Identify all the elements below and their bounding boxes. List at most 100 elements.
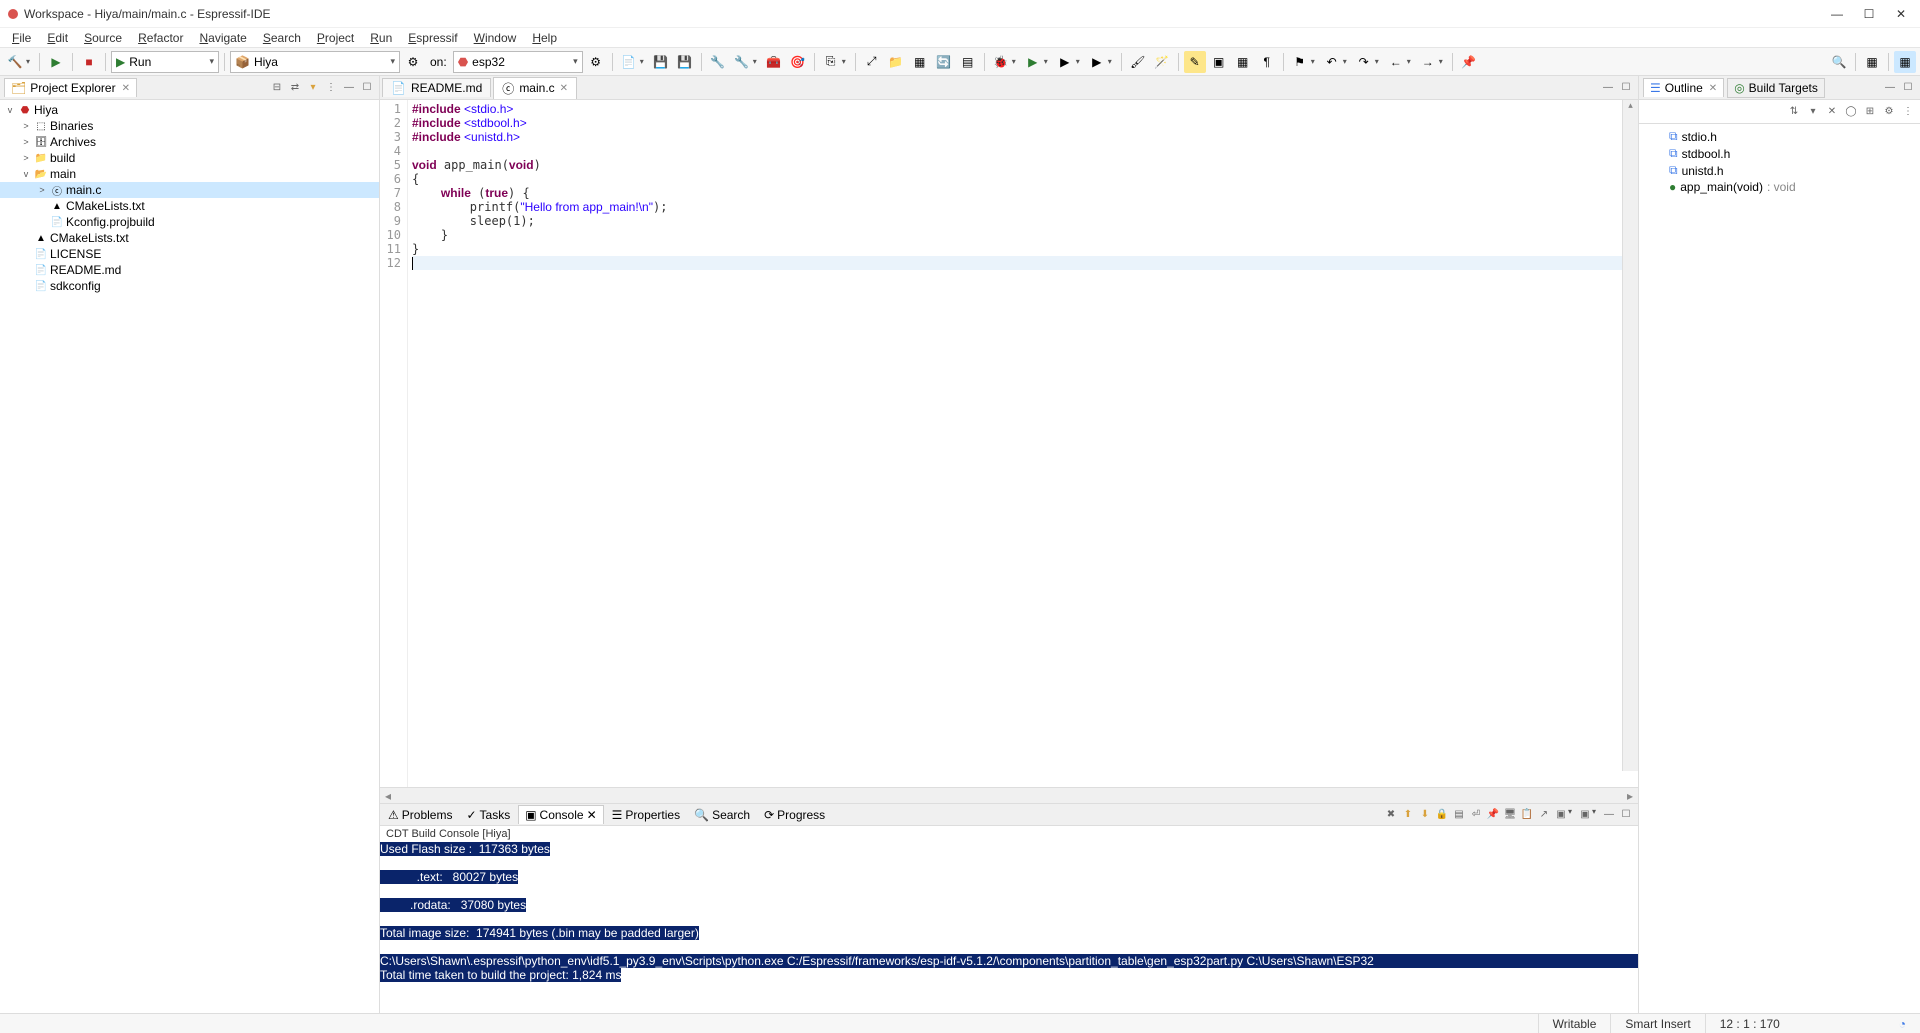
target-build-icon[interactable]: 🎯 [787,51,809,73]
search-icon[interactable]: 🔍 [1828,51,1850,73]
brush-icon[interactable]: 🖌 [1127,51,1149,73]
close-icon[interactable]: ✕ [1709,83,1717,94]
gear-icon[interactable]: ⚙ [402,51,424,73]
save-icon[interactable]: 💾 [650,51,672,73]
menu-icon[interactable]: ⋮ [1900,104,1916,120]
external-tools-icon[interactable]: ▶ [1086,51,1108,73]
build-targets-tab[interactable]: ◎ Build Targets [1727,78,1825,98]
outline-item[interactable]: ●app_main(void) : void [1639,179,1920,195]
minimize-icon[interactable]: — [1601,807,1617,823]
vertical-scrollbar[interactable]: ▴ [1622,100,1638,771]
code-content[interactable]: #include <stdio.h> #include <stdbool.h> … [408,100,1638,787]
project-tree[interactable]: v ⬣ Hiya >⬚Binaries>🗄Archives>📁buildv📂ma… [0,100,379,1013]
wand-icon[interactable]: 🪄 [1151,51,1173,73]
horizontal-scrollbar[interactable]: ◂▸ [380,787,1638,803]
new-icon[interactable]: 📄 [618,51,640,73]
maximize-button[interactable]: ☐ [1862,7,1876,21]
clear-icon[interactable]: ▤ [1451,807,1467,823]
launch-mode-combo[interactable]: ▶Run▾ [111,51,219,73]
tree-item[interactable]: 📄LICENSE [0,246,379,262]
minimize-icon[interactable]: — [1882,80,1898,96]
prev-icon[interactable]: ↶ [1321,51,1343,73]
perspective-icon[interactable]: ▦ [1861,51,1883,73]
debug-icon[interactable]: 🐞 [990,51,1012,73]
bottom-tab-tasks[interactable]: ✓Tasks [460,806,516,824]
run-icon[interactable]: ▶ [45,51,67,73]
menu-run[interactable]: Run [364,31,398,45]
chip-icon[interactable]: ▦ [909,51,931,73]
toolbox-icon[interactable]: 🧰 [763,51,785,73]
grid-icon[interactable]: ▦ [1232,51,1254,73]
perspective-c-icon[interactable]: ▦ [1894,51,1916,73]
link-icon[interactable]: ⇄ [287,80,303,96]
run-green-icon[interactable]: ▶ [1022,51,1044,73]
highlight-icon[interactable]: ✎ [1184,51,1206,73]
code-editor[interactable]: 123456789101112 #include <stdio.h> #incl… [380,100,1638,787]
sort-icon[interactable]: ⇅ [1786,104,1802,120]
outline-item[interactable]: ⧉stdbool.h [1639,145,1920,162]
gear-icon[interactable]: ⚙ [1881,104,1897,120]
menu-espressif[interactable]: Espressif [402,31,463,45]
menu-help[interactable]: Help [526,31,563,45]
folder-icon[interactable]: 📁 [885,51,907,73]
group-icon[interactable]: ⊞ [1862,104,1878,120]
down-icon[interactable]: ⬇ [1417,807,1433,823]
wrench-icon[interactable]: 🔧 [731,51,753,73]
tree-item[interactable]: >🗄Archives [0,134,379,150]
maximize-icon[interactable]: ☐ [1900,80,1916,96]
close-icon[interactable]: ✕ [122,83,130,94]
coverage-icon[interactable]: ▶ [1054,51,1076,73]
menu-refactor[interactable]: Refactor [132,31,189,45]
maximize-icon[interactable]: ☐ [1618,80,1634,96]
tree-item[interactable]: ▲CMakeLists.txt [0,198,379,214]
tree-item[interactable]: >ⓒmain.c [0,182,379,198]
minimize-icon[interactable]: — [1600,80,1616,96]
copy-icon[interactable]: 📋 [1519,807,1535,823]
text-icon[interactable]: ¶ [1256,51,1278,73]
flag-icon[interactable]: ⚑ [1289,51,1311,73]
tree-item[interactable]: 📄Kconfig.projbuild [0,214,379,230]
tree-item[interactable]: ▲CMakeLists.txt [0,230,379,246]
new-console-icon[interactable]: ▣ [1577,807,1593,823]
step-icon[interactable]: ⎘ [820,51,842,73]
menu-source[interactable]: Source [78,31,128,45]
tree-item[interactable]: 📄sdkconfig [0,278,379,294]
wrap-icon[interactable]: ⏎ [1468,807,1484,823]
explorer-tab[interactable]: 🗂 Project Explorer ✕ [4,78,137,97]
tree-item[interactable]: >📁build [0,150,379,166]
save-all-icon[interactable]: 💾 [674,51,696,73]
status-tip-icon[interactable]: ◔ [1885,1014,1920,1033]
outline-tab[interactable]: ☰ Outline ✕ [1643,78,1724,97]
pin-icon[interactable]: 📌 [1485,807,1501,823]
open-icon[interactable]: ↗ [1536,807,1552,823]
refresh-icon[interactable]: 🔄 [933,51,955,73]
next-icon[interactable]: ↷ [1353,51,1375,73]
menu-navigate[interactable]: Navigate [193,31,252,45]
tree-item[interactable]: 📄README.md [0,262,379,278]
target-combo[interactable]: ⬣esp32▾ [453,51,583,73]
bottom-tab-progress[interactable]: ⟳Progress [758,806,831,824]
tree-root[interactable]: v ⬣ Hiya [0,102,379,118]
project-combo[interactable]: 📦Hiya▾ [230,51,400,73]
close-button[interactable]: ✕ [1894,7,1908,21]
terminal-icon[interactable]: ▣ [1553,807,1569,823]
close-icon[interactable]: ✕ [587,808,597,822]
expand-icon[interactable]: ⤢ [861,51,883,73]
menu-file[interactable]: File [6,31,37,45]
filter-fields-icon[interactable]: ▾ [1805,104,1821,120]
editor-tab[interactable]: 📄README.md [382,78,491,97]
menu-window[interactable]: Window [468,31,523,45]
tool-icon[interactable]: 🔧 [707,51,729,73]
console-output[interactable]: Used Flash size : 117363 bytes .text: 80… [380,842,1638,1013]
hammer-build-icon[interactable]: 🔨 [4,51,26,73]
maximize-icon[interactable]: ☐ [1618,807,1634,823]
outline-item[interactable]: ⧉stdio.h [1639,128,1920,145]
forward-icon[interactable]: → [1417,51,1439,73]
lock-icon[interactable]: 🔒 [1434,807,1450,823]
menu-icon[interactable]: ⋮ [323,80,339,96]
outline-item[interactable]: ⧉unistd.h [1639,162,1920,179]
tree-item[interactable]: v📂main [0,166,379,182]
bottom-tab-console[interactable]: ▣Console✕ [518,805,603,824]
close-icon[interactable]: ✕ [560,83,568,94]
minimize-button[interactable]: — [1830,7,1844,21]
